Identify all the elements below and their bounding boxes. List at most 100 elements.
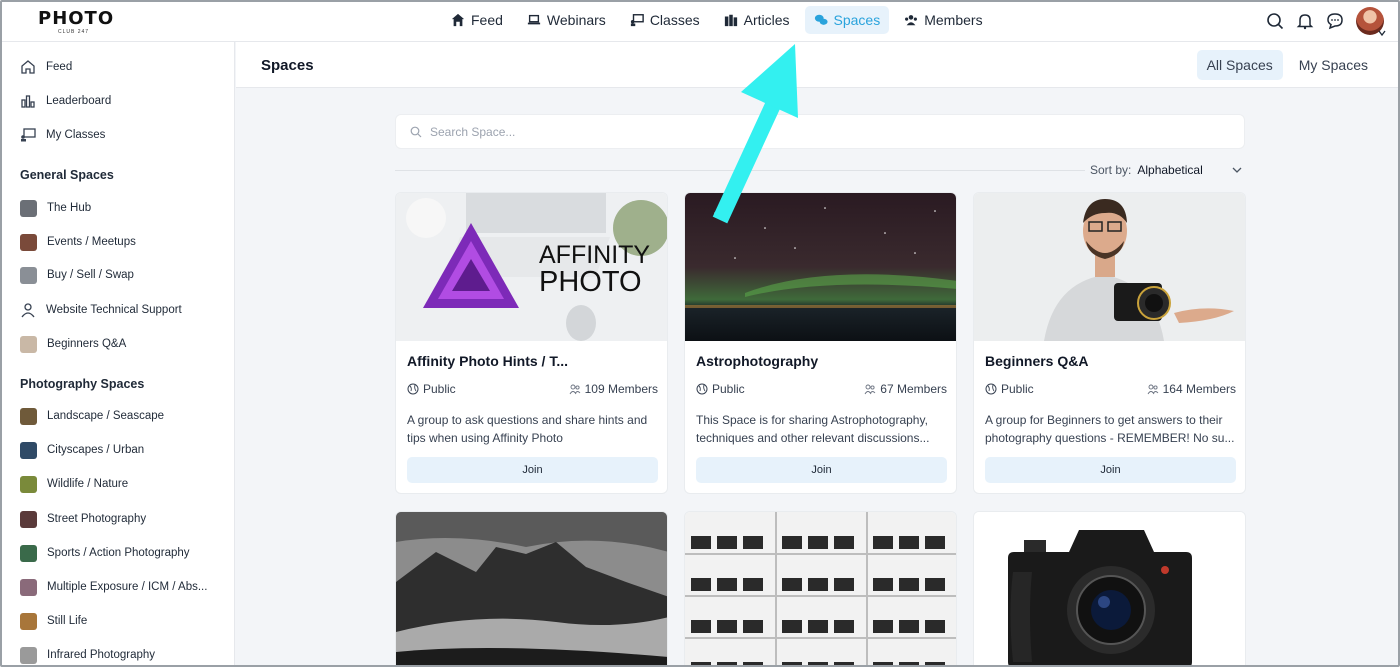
logo-word: PHOTO: [38, 8, 115, 29]
members-icon: [864, 384, 876, 395]
sidebar-item-my-classes[interactable]: My Classes: [20, 124, 105, 146]
sidebar-item-events[interactable]: Events / Meetups: [20, 231, 136, 253]
nav-members[interactable]: Members: [895, 6, 991, 34]
space-thumbnail: [20, 407, 37, 425]
members-count: 109 Members: [584, 382, 658, 396]
chevron-down-icon: [1232, 167, 1242, 173]
space-thumbnail: [20, 544, 37, 562]
search-icon[interactable]: [1266, 12, 1284, 30]
sidebar-item-label: Cityscapes / Urban: [47, 444, 145, 456]
nav-label: Articles: [743, 12, 790, 28]
sidebar-item-beginners[interactable]: Beginners Q&A: [20, 333, 126, 355]
spaces-tabs: All Spaces My Spaces: [1196, 50, 1378, 80]
app-window: PHOTO CLUB 247 Feed Webinars Classes Art…: [0, 0, 1400, 667]
books-icon: [724, 14, 737, 27]
sidebar-item-label: Events / Meetups: [47, 236, 136, 248]
nav-label: Classes: [649, 12, 700, 28]
space-thumbnail: [20, 266, 37, 284]
sidebar-item-label: Leaderboard: [46, 95, 112, 107]
sidebar-item-tech-support[interactable]: Website Technical Support: [20, 299, 182, 321]
user-avatar[interactable]: [1356, 7, 1386, 37]
sidebar-item-infrared[interactable]: Infrared Photography: [20, 644, 156, 665]
join-button[interactable]: Join: [696, 457, 947, 483]
space-card-canon[interactable]: [973, 511, 1246, 665]
sidebar-item-landscape[interactable]: Landscape / Seascape: [20, 405, 164, 427]
globe-icon: [407, 383, 419, 395]
messages-icon[interactable]: [1326, 12, 1344, 30]
space-cover-image: [685, 512, 956, 665]
members-icon: [569, 384, 580, 395]
bell-icon[interactable]: [1296, 12, 1314, 30]
join-button[interactable]: Join: [407, 457, 658, 483]
tab-my-spaces[interactable]: My Spaces: [1289, 50, 1378, 80]
sidebar-item-sports[interactable]: Sports / Action Photography: [20, 542, 190, 564]
space-description: A group for Beginners to get answers to …: [985, 413, 1235, 445]
chevron-down-icon: [1378, 30, 1386, 37]
nav-spaces[interactable]: Spaces: [804, 6, 890, 34]
sidebar-item-wildlife[interactable]: Wildlife / Nature: [20, 473, 128, 495]
space-description: This Space is for sharing Astrophotograp…: [696, 413, 930, 445]
page-title: Spaces: [261, 57, 314, 74]
nav-feed[interactable]: Feed: [442, 6, 512, 34]
space-meta: Public 164 Members: [985, 382, 1236, 396]
space-thumbnail: [20, 441, 37, 459]
space-cover-image: [396, 512, 667, 665]
sidebar-item-cityscapes[interactable]: Cityscapes / Urban: [20, 439, 144, 461]
presentation-icon: [21, 128, 36, 142]
space-card-affinity[interactable]: AFFINITY PHOTO Affinity Photo Hints / T.…: [395, 192, 668, 494]
nav-label: Spaces: [833, 12, 881, 28]
sidebar-item-label: Sports / Action Photography: [47, 547, 190, 559]
space-meta: Public 67 Members: [696, 382, 947, 396]
sidebar-item-the-hub[interactable]: The Hub: [20, 197, 91, 219]
sidebar-item-label: Infrared Photography: [47, 649, 156, 661]
space-cover-image: AFFINITY PHOTO: [396, 193, 667, 341]
sidebar-item-buy-sell[interactable]: Buy / Sell / Swap: [20, 264, 134, 286]
space-card-beginners[interactable]: Beginners Q&A Public 164 Members A group…: [973, 192, 1246, 494]
user-icon: [21, 303, 35, 318]
logo-subtitle: CLUB 247: [58, 29, 90, 35]
site-logo[interactable]: PHOTO CLUB 247: [36, 6, 113, 36]
search-input[interactable]: [430, 124, 1210, 139]
sidebar-item-still-life[interactable]: Still Life: [20, 610, 87, 632]
sort-control[interactable]: Sort by: Alphabetical: [1090, 163, 1243, 177]
space-card-astrophotography[interactable]: Astrophotography Public 67 Members This …: [684, 192, 957, 494]
visibility-label: Public: [1001, 382, 1034, 396]
sidebar-item-leaderboard[interactable]: Leaderboard: [20, 90, 111, 112]
space-description: A group to ask questions and share hints…: [407, 413, 648, 445]
sidebar-item-feed[interactable]: Feed: [20, 56, 72, 78]
nav-webinars[interactable]: Webinars: [518, 6, 615, 34]
sidebar-heading-general: General Spaces: [20, 168, 114, 182]
space-title: Affinity Photo Hints / T...: [407, 353, 568, 369]
space-card-landscape[interactable]: [395, 511, 668, 665]
tab-all-spaces[interactable]: All Spaces: [1196, 50, 1283, 80]
sidebar-item-street[interactable]: Street Photography: [20, 508, 146, 530]
sidebar-item-label: Multiple Exposure / ICM / Abs...: [47, 581, 208, 593]
sidebar-item-label: Street Photography: [47, 513, 147, 525]
space-thumbnail: [20, 578, 37, 596]
join-button[interactable]: Join: [985, 457, 1236, 483]
search-box[interactable]: [395, 114, 1245, 149]
sidebar-item-label: Feed: [46, 61, 73, 73]
space-thumbnail: [20, 233, 37, 251]
space-cover-image: [974, 512, 1245, 665]
nav-articles[interactable]: Articles: [715, 6, 799, 34]
space-title: Astrophotography: [696, 353, 819, 369]
space-meta: Public 109 Members: [407, 382, 658, 396]
space-thumbnail: [20, 612, 37, 630]
space-cover-image: [685, 193, 956, 341]
bar-chart-icon: [21, 95, 35, 108]
space-card-cameras[interactable]: [684, 511, 957, 665]
space-thumbnail: [20, 646, 37, 664]
sidebar-item-multiple-exposure[interactable]: Multiple Exposure / ICM / Abs...: [20, 576, 207, 598]
space-title: Beginners Q&A: [985, 353, 1089, 369]
divider: [395, 170, 1085, 171]
main-nav: Feed Webinars Classes Articles Spaces Me…: [442, 6, 992, 36]
space-thumbnail: [20, 199, 37, 217]
space-thumbnail: [20, 510, 37, 528]
space-thumbnail: [20, 475, 37, 493]
users-icon: [905, 15, 918, 26]
header-actions: [1266, 7, 1386, 37]
globe-icon: [985, 383, 997, 395]
sidebar-item-label: My Classes: [46, 129, 106, 141]
nav-classes[interactable]: Classes: [621, 6, 709, 34]
